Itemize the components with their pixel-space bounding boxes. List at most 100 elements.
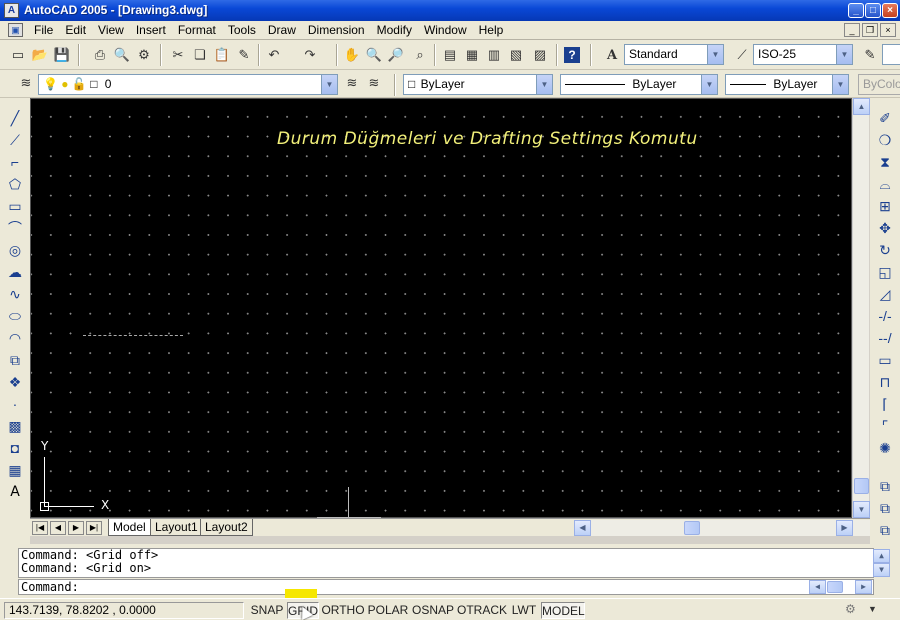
table-icon[interactable]: ▦	[5, 460, 25, 480]
menu-draw[interactable]: Draw	[262, 23, 302, 38]
menu-file[interactable]: File	[28, 23, 59, 38]
scroll-down-icon[interactable]: ▼	[853, 501, 870, 518]
scroll-up-icon[interactable]: ▲	[873, 549, 890, 563]
scroll-left-icon[interactable]: ◀	[574, 520, 591, 536]
scale-icon[interactable]: ◱	[875, 262, 895, 282]
sheet-set-icon[interactable]: ▧	[506, 45, 526, 65]
mirror-icon[interactable]: ⧗	[875, 152, 895, 172]
scroll-right-icon[interactable]: ▶	[855, 580, 872, 594]
match-properties-icon[interactable]: ✎	[234, 45, 254, 65]
break-icon[interactable]: ▭	[875, 350, 895, 370]
layer-manager-icon[interactable]: ≋	[16, 73, 36, 93]
insert-block-icon[interactable]: ⧉	[5, 350, 25, 370]
explode-icon[interactable]: ✺	[875, 438, 895, 458]
command-input[interactable]: Command: ◀ ▶	[18, 579, 874, 595]
rotate-icon[interactable]: ↻	[875, 240, 895, 260]
publish-icon[interactable]: ⚙	[134, 45, 154, 65]
lineweight-select[interactable]: ByLayer ▼	[725, 74, 849, 95]
next-tab-icon[interactable]: ▶	[68, 521, 84, 535]
draw-order-icon[interactable]: ⧉	[875, 476, 895, 496]
tool-palettes-icon[interactable]: ▥	[484, 45, 504, 65]
document-icon[interactable]: ▣	[8, 23, 23, 37]
chevron-down-icon[interactable]: ▼	[707, 45, 723, 64]
menu-modify[interactable]: Modify	[371, 23, 418, 38]
menu-dimension[interactable]: Dimension	[302, 23, 371, 38]
tab-model[interactable]: Model	[108, 519, 151, 536]
design-center-icon[interactable]: ▦	[462, 45, 482, 65]
zoom-previous-icon[interactable]: ⌕	[410, 45, 430, 65]
menu-format[interactable]: Format	[172, 23, 222, 38]
trim-icon[interactable]: -/-	[875, 306, 895, 326]
text-style-select[interactable]: Standard ▼	[624, 44, 724, 65]
markup-icon[interactable]: ▨	[530, 45, 550, 65]
make-current-layer-icon[interactable]: ≋	[342, 73, 362, 93]
properties-icon[interactable]: ▤	[440, 45, 460, 65]
new-icon[interactable]: ▭	[8, 45, 28, 65]
doc-restore-button[interactable]: ❐	[862, 23, 878, 37]
polyline-icon[interactable]: ⌐	[5, 152, 25, 172]
layer-previous-icon[interactable]: ≋	[364, 73, 384, 93]
prev-tab-icon[interactable]: ◀	[50, 521, 66, 535]
undo-icon[interactable]: ↶	[264, 45, 284, 65]
redo-icon[interactable]: ↷	[300, 45, 320, 65]
chevron-down-icon[interactable]: ▼	[701, 75, 717, 94]
linetype-select[interactable]: ByLayer ▼	[560, 74, 718, 95]
minimize-button[interactable]: _	[848, 3, 864, 18]
dim-style-icon[interactable]: ⟋	[732, 45, 752, 65]
tab-layout2[interactable]: Layout2	[200, 519, 253, 536]
circle-icon[interactable]: ◎	[5, 240, 25, 260]
ortho-button[interactable]: ORTHO	[321, 602, 365, 619]
polygon-icon[interactable]: ⬠	[5, 174, 25, 194]
menu-view[interactable]: View	[92, 23, 130, 38]
copy-object-icon[interactable]: ❍	[875, 130, 895, 150]
region-icon[interactable]: ◘	[5, 438, 25, 458]
array-icon[interactable]: ⊞	[875, 196, 895, 216]
zoom-realtime-icon[interactable]: 🔍	[364, 45, 384, 65]
otrack-button[interactable]: OTRACK	[457, 602, 507, 619]
vertical-scroll-thumb[interactable]	[854, 478, 869, 494]
table-style-icon[interactable]: ✎	[860, 45, 880, 65]
scroll-left-icon[interactable]: ◀	[809, 580, 826, 594]
chevron-down-icon[interactable]: ▼	[536, 75, 552, 94]
paste-icon[interactable]: 📋	[212, 45, 232, 65]
ellipse-arc-icon[interactable]: ◠	[5, 328, 25, 348]
extend-icon[interactable]: --/	[875, 328, 895, 348]
spline-icon[interactable]: ∿	[5, 284, 25, 304]
line-icon[interactable]: ╱	[5, 108, 25, 128]
ellipse-icon[interactable]: ⬭	[5, 306, 25, 326]
multiline-text-icon[interactable]: A	[5, 482, 25, 502]
doc-close-button[interactable]: ×	[880, 23, 896, 37]
last-tab-icon[interactable]: ▶|	[86, 521, 102, 535]
construction-line-icon[interactable]: ⟋	[5, 130, 25, 150]
layer-select[interactable]: 💡 ● 🔓 □ 0 ▼	[38, 74, 338, 95]
coordinates-display[interactable]: 143.7139, 78.8202 , 0.0000	[4, 602, 244, 619]
chevron-down-icon[interactable]: ▼	[832, 75, 848, 94]
menu-edit[interactable]: Edit	[59, 23, 92, 38]
pan-icon[interactable]: ✋	[342, 45, 362, 65]
model-button[interactable]: MODEL	[541, 602, 585, 619]
bring-front-icon[interactable]: ⧉	[875, 498, 895, 518]
dim-style-select[interactable]: ISO-25 ▼	[753, 44, 853, 65]
join-icon[interactable]: ⊓	[875, 372, 895, 392]
offset-icon[interactable]: ⌓	[875, 174, 895, 194]
status-menu-icon[interactable]: ▼	[868, 604, 877, 614]
color-select[interactable]: □ ByLayer ▼	[403, 74, 553, 95]
zoom-window-icon[interactable]: 🔎	[386, 45, 406, 65]
print-icon[interactable]: ⎙	[90, 45, 110, 65]
menu-insert[interactable]: Insert	[130, 23, 172, 38]
hatch-icon[interactable]: ▩	[5, 416, 25, 436]
communication-center-icon[interactable]: ⚙	[845, 602, 861, 616]
drawing-canvas[interactable]: Durum Düğmeleri ve Drafting Settings Kom…	[30, 98, 852, 519]
chevron-down-icon[interactable]: ▼	[321, 75, 337, 94]
fillet-icon[interactable]: ⌜	[875, 416, 895, 436]
snap-button[interactable]: SNAP	[249, 602, 285, 619]
lwt-button[interactable]: LWT	[509, 602, 539, 619]
scroll-right-icon[interactable]: ▶	[836, 520, 853, 536]
horizontal-scrollbar[interactable]: ◀ ▶	[574, 520, 870, 536]
move-icon[interactable]: ✥	[875, 218, 895, 238]
help-icon[interactable]: ?	[562, 45, 582, 65]
maximize-button[interactable]: □	[865, 3, 881, 18]
table-style-select[interactable]	[882, 44, 900, 65]
make-block-icon[interactable]: ❖	[5, 372, 25, 392]
arc-icon[interactable]: ⌒	[5, 218, 25, 238]
